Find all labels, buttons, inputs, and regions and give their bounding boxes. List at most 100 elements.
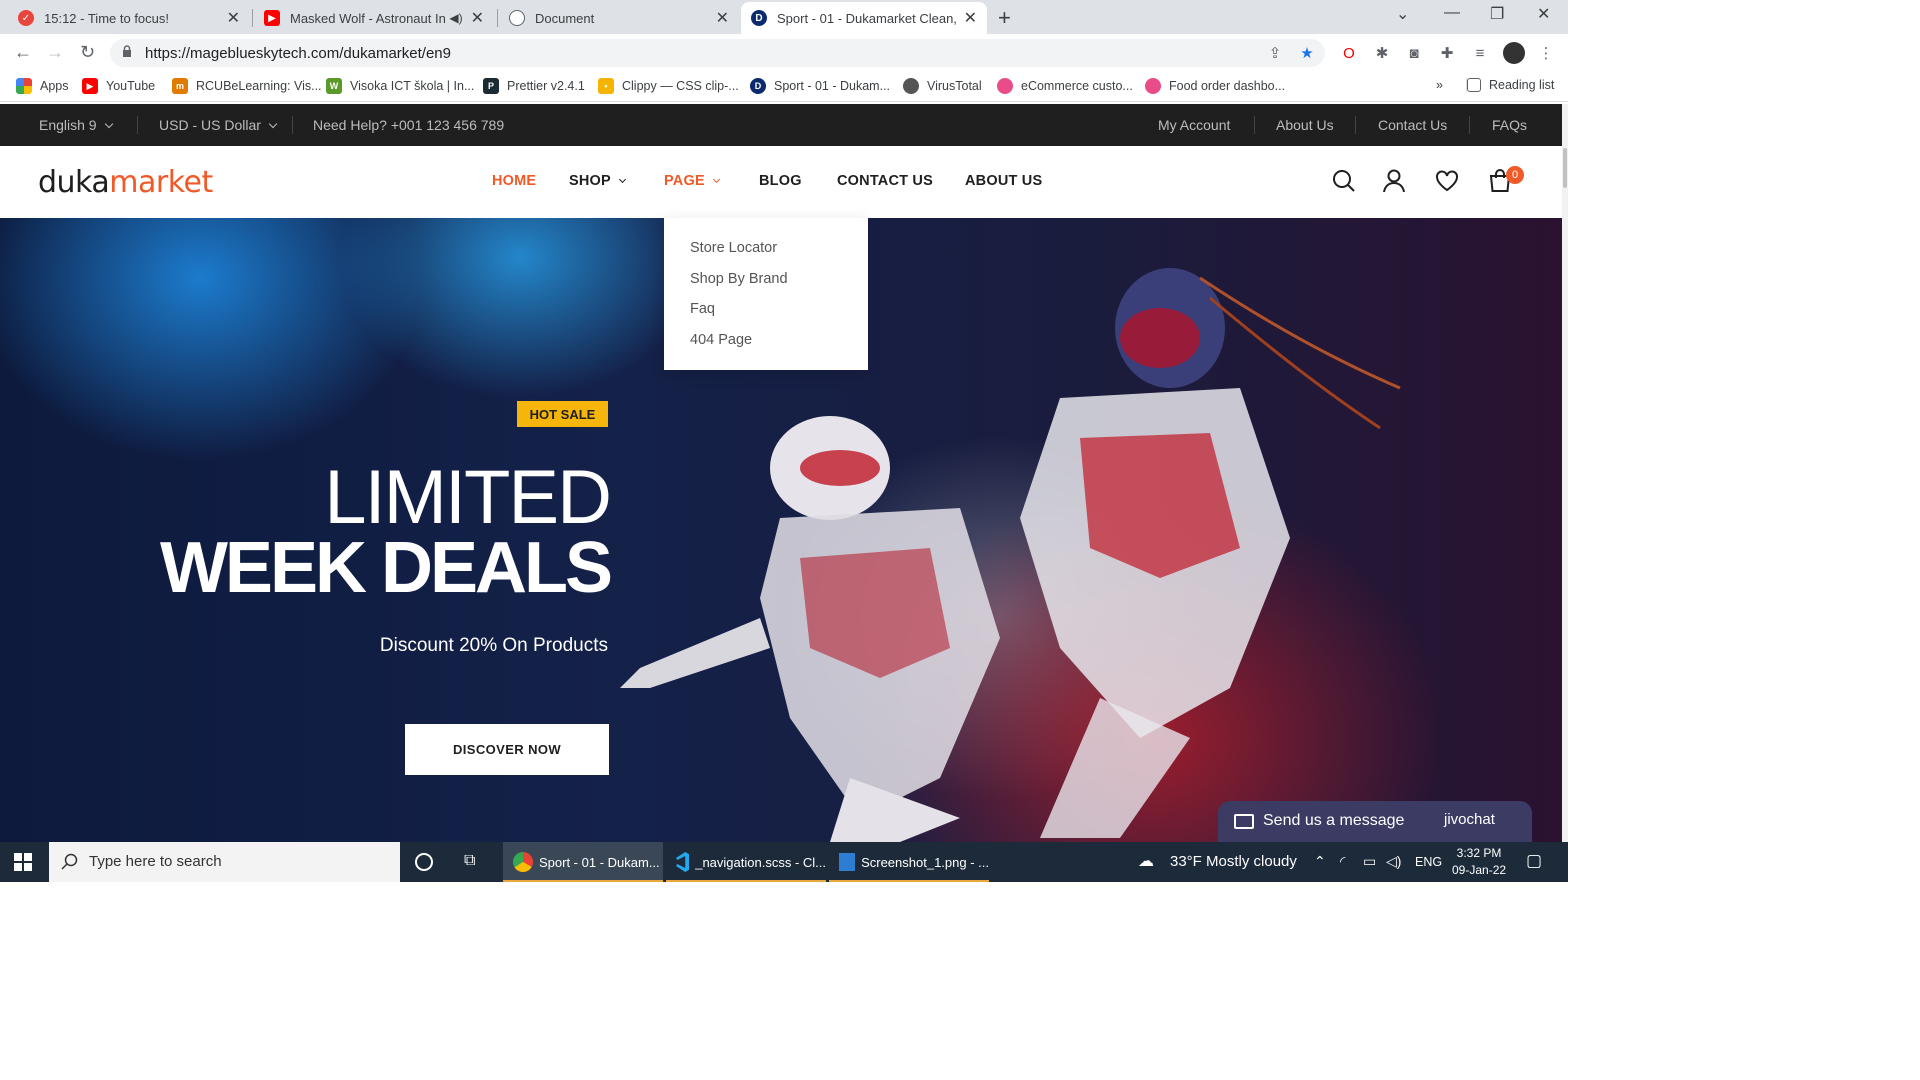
weather-cloud-icon[interactable]: ☁ (1138, 851, 1154, 871)
windows-start-icon[interactable] (14, 853, 32, 871)
bookmark-apps[interactable]: Apps (16, 78, 69, 94)
camera-extension-icon[interactable]: ◙ (1405, 44, 1423, 62)
my-account-link[interactable]: My Account (1158, 117, 1230, 133)
window-close-button[interactable]: ✕ (1537, 4, 1550, 24)
hero-title-line2: WEEK DEALS (159, 528, 613, 608)
search-icon[interactable] (1331, 168, 1357, 194)
taskbar-app-vscode[interactable]: _navigation.scss - Cl... (666, 842, 826, 882)
nav-home[interactable]: HOME (492, 173, 536, 189)
mute-icon[interactable]: ◀) (449, 11, 462, 25)
reload-button[interactable]: ↻ (80, 42, 95, 63)
menu-item-store-locator[interactable]: Store Locator (690, 240, 777, 256)
language-selector[interactable]: English 9 (39, 117, 113, 133)
more-bookmarks-button[interactable]: » (1436, 78, 1443, 92)
nav-shop-label: SHOP (569, 173, 611, 189)
taskbar-app-photos[interactable]: Screenshot_1.png - ... (829, 842, 989, 882)
close-icon[interactable]: ✕ (471, 8, 484, 28)
bookmark-label: eCommerce custo... (1021, 79, 1133, 93)
contact-us-link[interactable]: Contact Us (1378, 117, 1447, 133)
rcub-icon: m (172, 78, 188, 94)
taskbar-search-box[interactable]: Type here to search (49, 842, 400, 882)
bookmark-label: Visoka ICT škola | In... (350, 79, 475, 93)
site-header: dukamarket HOME SHOP PAGE BLOG CONTACT U… (0, 146, 1562, 218)
bookmark-prettier[interactable]: P Prettier v2.4.1 (483, 78, 585, 94)
dribbble-icon (997, 78, 1013, 94)
cortana-icon[interactable] (415, 853, 433, 871)
heart-icon[interactable] (1434, 168, 1460, 194)
taskbar-search-placeholder: Type here to search (89, 853, 222, 870)
bookmark-sport[interactable]: D Sport - 01 - Dukam... (750, 78, 890, 94)
menu-item-faq[interactable]: Faq (690, 301, 715, 317)
menu-item-shop-by-brand[interactable]: Shop By Brand (690, 271, 788, 287)
tab-title: 15:12 - Time to focus! (44, 10, 170, 26)
notification-icon[interactable]: ▢ (1526, 851, 1542, 871)
bookmark-visoka[interactable]: W Visoka ICT škola | In... (326, 78, 474, 94)
cart-count-badge: 0 (1506, 166, 1524, 184)
site-icon: D (751, 10, 767, 26)
about-us-link[interactable]: About Us (1276, 117, 1334, 133)
browser-tab-youtube[interactable]: ▶ Masked Wolf - Astronaut In T ◀) ✕ (254, 2, 494, 34)
chevron-up-icon[interactable]: ⌃ (1314, 853, 1326, 870)
taskbar-app-chrome[interactable]: Sport - 01 - Dukam... (503, 842, 663, 882)
nav-blog[interactable]: BLOG (759, 173, 802, 189)
bookmark-virustotal[interactable]: VirusTotal (903, 78, 982, 94)
clock-date: 09-Jan-22 (1452, 863, 1507, 877)
opera-icon[interactable]: O (1340, 44, 1358, 62)
network-icon[interactable]: ◜ (1340, 853, 1345, 870)
taskbar-app-label: _navigation.scss - Cl... (695, 854, 826, 870)
share-icon[interactable]: ⇪ (1266, 44, 1284, 62)
weather-text[interactable]: 33°F Mostly cloudy (1170, 853, 1297, 870)
back-button[interactable]: ← (14, 42, 32, 63)
extensions-puzzle-icon[interactable]: ✚ (1438, 44, 1456, 62)
bookmark-youtube[interactable]: ▶ YouTube (82, 78, 155, 94)
minimize-button[interactable]: — (1444, 4, 1460, 22)
user-icon[interactable] (1381, 168, 1407, 194)
profile-avatar[interactable] (1503, 42, 1525, 64)
site-logo[interactable]: dukamarket (38, 165, 213, 200)
bookmark-food[interactable]: Food order dashbo... (1145, 78, 1285, 94)
address-bar[interactable]: https://mageblueskytech.com/dukamarket/e… (110, 39, 1325, 67)
close-icon[interactable]: ✕ (227, 8, 240, 28)
faqs-link[interactable]: FAQs (1492, 117, 1527, 133)
jivochat-widget[interactable]: Send us a message jivochat (1218, 801, 1532, 842)
nav-page[interactable]: PAGE (664, 173, 720, 189)
nav-about-us[interactable]: ABOUT US (965, 173, 1042, 189)
browser-tab-sport[interactable]: D Sport - 01 - Dukamarket Clean, m ✕ (741, 2, 987, 34)
chat-message-label: Send us a message (1263, 812, 1405, 829)
bookmark-rcub[interactable]: m RCUBeLearning: Vis... (172, 78, 322, 94)
page-scrollbar[interactable] (1562, 104, 1568, 842)
bookmark-label: Apps (40, 79, 69, 93)
nav-page-label: PAGE (664, 173, 705, 189)
browser-tab-focus[interactable]: ✓ 15:12 - Time to focus! ✕ (8, 2, 250, 34)
nav-contact-us[interactable]: CONTACT US (837, 173, 933, 189)
bug-extension-icon[interactable]: ✱ (1373, 44, 1391, 62)
menu-item-404-page[interactable]: 404 Page (690, 332, 752, 348)
prettier-icon: P (483, 78, 499, 94)
menu-kebab-icon[interactable]: ⋮ (1537, 44, 1555, 62)
jivochat-brand: jivochat (1444, 811, 1495, 828)
task-view-icon[interactable]: ⧉ (464, 852, 475, 870)
input-language[interactable]: ENG (1415, 855, 1442, 869)
new-tab-button[interactable]: + (998, 5, 1011, 31)
nav-shop[interactable]: SHOP (569, 173, 626, 189)
browser-tab-document[interactable]: Document ✕ (499, 2, 739, 34)
volume-icon[interactable]: ◁) (1386, 853, 1401, 870)
currency-selector[interactable]: USD - US Dollar (159, 117, 278, 133)
bookmark-clippy[interactable]: • Clippy — CSS clip-... (598, 78, 739, 94)
tab-search-chevron-icon[interactable]: ⌄ (1396, 4, 1409, 24)
close-icon[interactable]: ✕ (716, 8, 729, 28)
page-scrollbar-thumb[interactable] (1563, 148, 1567, 188)
forward-button[interactable]: → (46, 42, 64, 63)
discover-now-button[interactable]: DISCOVER NOW (405, 724, 609, 775)
bookmark-label: VirusTotal (927, 79, 982, 93)
battery-icon[interactable]: ▭ (1363, 853, 1376, 870)
bookmark-star-icon[interactable]: ★ (1298, 44, 1316, 62)
close-icon[interactable]: ✕ (964, 8, 977, 28)
search-icon (61, 853, 78, 870)
taskbar-clock[interactable]: 3:32 PM 09-Jan-22 (1452, 845, 1506, 879)
media-control-icon[interactable]: ≡ (1471, 44, 1489, 62)
restore-button[interactable]: ❐ (1490, 4, 1504, 24)
bookmark-label: Food order dashbo... (1169, 79, 1286, 93)
bookmark-ecommerce[interactable]: eCommerce custo... (997, 78, 1133, 94)
reading-list-button[interactable]: Reading list (1466, 78, 1554, 92)
